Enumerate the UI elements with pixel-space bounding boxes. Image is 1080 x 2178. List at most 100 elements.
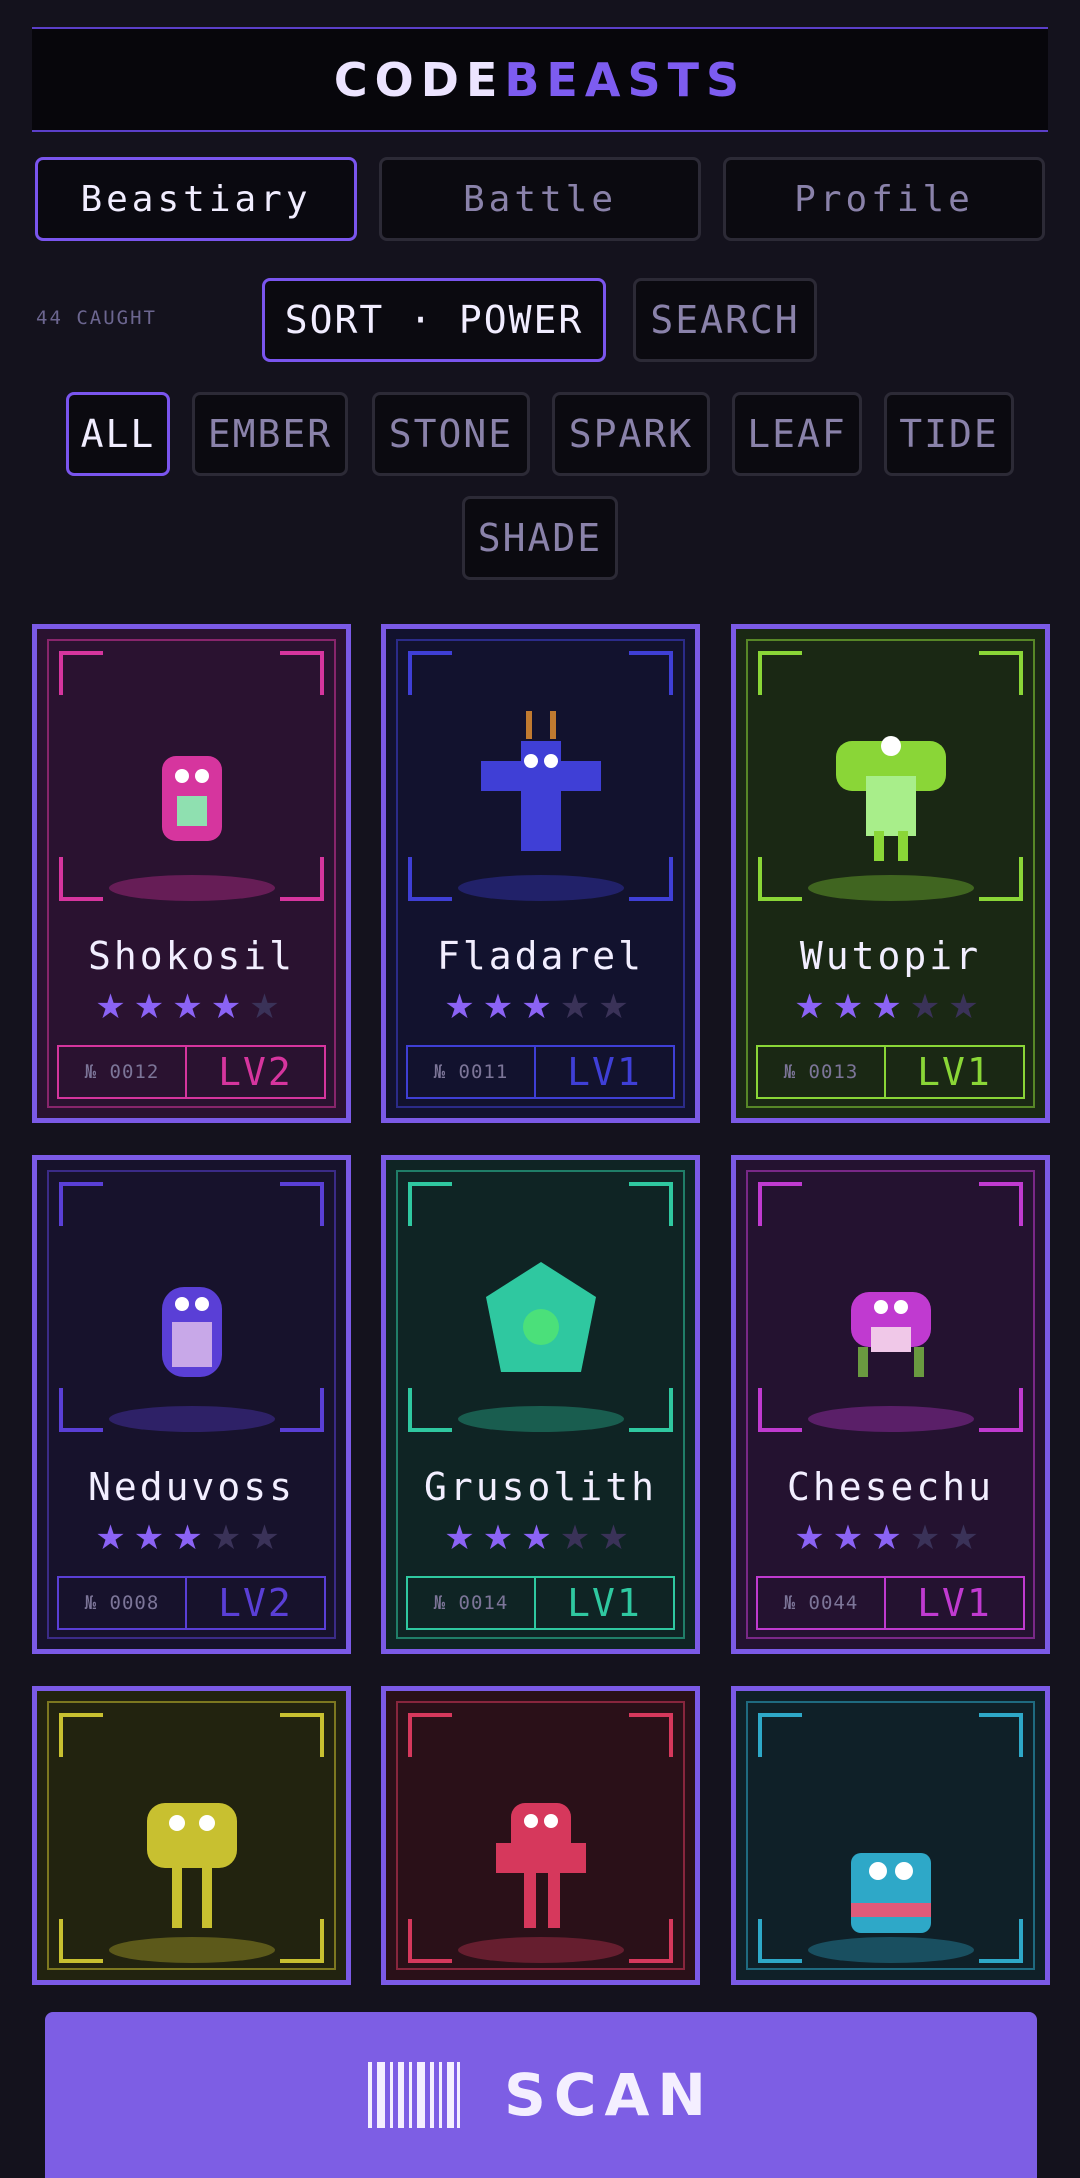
beast-card[interactable]: Chesechu ★★★★★ № 0044 LV1: [731, 1155, 1050, 1654]
star-icon: ★: [832, 987, 872, 1027]
star-icon: ★: [598, 987, 637, 1027]
star-rating: ★★★★★: [736, 1518, 1045, 1558]
yellow-alien-icon: [127, 1763, 257, 1933]
app-header: CODE BEASTS: [32, 27, 1048, 132]
beast-name: Grusolith: [424, 1465, 657, 1509]
sprite-shadow: [109, 1406, 275, 1432]
frame-corner: [408, 651, 452, 695]
beast-number: № 0013: [758, 1047, 886, 1097]
star-rating: ★★★★★: [386, 1518, 695, 1558]
beast-level: LV1: [917, 1050, 992, 1094]
frame-corner: [979, 1388, 1023, 1432]
beast-card[interactable]: [731, 1686, 1050, 1985]
frame-corner: [280, 1388, 324, 1432]
star-icon: ★: [559, 1518, 599, 1558]
frame-corner: [758, 1388, 802, 1432]
star-icon: ★: [95, 1518, 134, 1558]
star-rating: ★★★★★: [386, 987, 695, 1027]
title-part-2: BEASTS: [504, 52, 747, 107]
star-icon: ★: [794, 987, 833, 1027]
frame-corner: [280, 651, 324, 695]
scan-button[interactable]: SCAN: [45, 2012, 1037, 2178]
frame-corner: [280, 857, 324, 901]
star-rating: ★★★★★: [736, 987, 1045, 1027]
sprite-shadow: [458, 1406, 624, 1432]
frame-corner: [758, 857, 802, 901]
card-footer: № 0014 LV1: [406, 1576, 675, 1630]
star-icon: ★: [482, 1518, 522, 1558]
beast-name: Chesechu: [786, 1465, 995, 1509]
frame-corner: [629, 857, 673, 901]
tab-profile[interactable]: Profile: [723, 157, 1045, 241]
frame-corner: [408, 857, 452, 901]
filter-chip-stone[interactable]: STONE: [372, 392, 530, 476]
beast-name: Shokosil: [87, 934, 296, 978]
sprite-shadow: [808, 1406, 974, 1432]
beast-level: LV1: [567, 1581, 642, 1625]
barcode-icon: [368, 2062, 461, 2128]
beast-card[interactable]: [381, 1686, 700, 1985]
sprite-shadow: [458, 875, 624, 901]
tab-battle[interactable]: Battle: [379, 157, 701, 241]
star-icon: ★: [172, 987, 211, 1027]
frame-corner: [629, 1388, 673, 1432]
sprite-shadow: [109, 1937, 275, 1963]
frame-corner: [59, 1388, 103, 1432]
frame-corner: [629, 1919, 673, 1963]
beast-level: LV2: [218, 1581, 293, 1625]
frame-corner: [758, 1713, 802, 1757]
card-footer: № 0012 LV2: [57, 1045, 326, 1099]
sort-button[interactable]: SORT · POWER: [262, 278, 606, 362]
scan-label: SCAN: [504, 2061, 714, 2129]
blue-bug-icon: [476, 701, 606, 871]
teal-rock-icon: [476, 1232, 606, 1402]
star-icon: ★: [909, 987, 949, 1027]
beast-number: № 0014: [408, 1578, 536, 1628]
filter-chip-leaf[interactable]: LEAF: [732, 392, 862, 476]
star-icon: ★: [521, 1518, 560, 1558]
beast-name: Wutopir: [799, 934, 982, 978]
frame-corner: [59, 1713, 103, 1757]
star-icon: ★: [832, 1518, 872, 1558]
sprite-shadow: [808, 875, 974, 901]
pink-ghost-icon: [127, 701, 257, 871]
filter-chip-spark[interactable]: SPARK: [552, 392, 710, 476]
filter-chip-all[interactable]: ALL: [66, 392, 170, 476]
tab-beastiary[interactable]: Beastiary: [35, 157, 357, 241]
beast-number: № 0008: [59, 1578, 187, 1628]
beast-card[interactable]: Fladarel ★★★★★ № 0011 LV1: [381, 624, 700, 1123]
magenta-crab-icon: [826, 1232, 956, 1402]
filter-chip-tide[interactable]: TIDE: [884, 392, 1014, 476]
beast-card[interactable]: Wutopir ★★★★★ № 0013 LV1: [731, 624, 1050, 1123]
star-icon: ★: [909, 1518, 949, 1558]
beast-card[interactable]: Grusolith ★★★★★ № 0014 LV1: [381, 1155, 700, 1654]
beast-number: № 0012: [59, 1047, 187, 1097]
sprite-shadow: [109, 875, 275, 901]
red-imp-icon: [476, 1763, 606, 1933]
frame-corner: [629, 1713, 673, 1757]
frame-corner: [979, 857, 1023, 901]
beast-level: LV1: [567, 1050, 642, 1094]
title-part-1: CODE: [333, 52, 505, 107]
star-icon: ★: [482, 987, 522, 1027]
star-rating: ★★★★★: [37, 1518, 346, 1558]
beast-card[interactable]: Neduvoss ★★★★★ № 0008 LV2: [32, 1155, 351, 1654]
frame-corner: [979, 1919, 1023, 1963]
beast-card[interactable]: [32, 1686, 351, 1985]
star-icon: ★: [133, 1518, 173, 1558]
frame-corner: [408, 1713, 452, 1757]
star-icon: ★: [249, 987, 288, 1027]
star-icon: ★: [133, 987, 173, 1027]
frame-corner: [280, 1713, 324, 1757]
frame-corner: [59, 1182, 103, 1226]
scroll-fade: [0, 1985, 1080, 2012]
star-icon: ★: [871, 1518, 910, 1558]
search-button[interactable]: SEARCH: [633, 278, 817, 362]
frame-corner: [758, 651, 802, 695]
filter-chip-shade[interactable]: SHADE: [462, 496, 618, 580]
frame-corner: [629, 651, 673, 695]
caught-count: 44 CAUGHT: [36, 307, 157, 329]
beast-card[interactable]: Shokosil ★★★★★ № 0012 LV2: [32, 624, 351, 1123]
star-icon: ★: [598, 1518, 637, 1558]
filter-chip-ember[interactable]: EMBER: [192, 392, 348, 476]
